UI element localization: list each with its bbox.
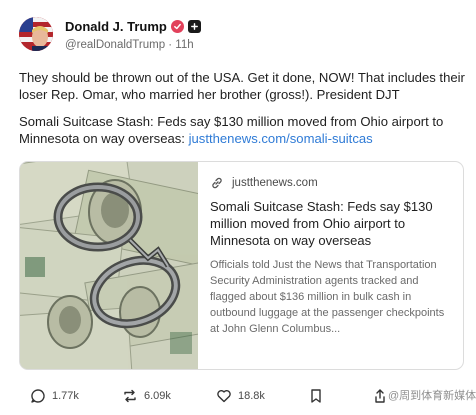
link-icon: [210, 176, 224, 190]
retruth-count: 6.09k: [144, 390, 171, 402]
retruth-button[interactable]: 6.09k: [122, 388, 171, 404]
article-link[interactable]: justthenews.com/somali-suitcas: [189, 131, 373, 146]
watermark-text: @周到体育新媒体: [388, 390, 476, 402]
post-actions: 1.77k 6.09k 18.8k @周到体育新媒体: [30, 385, 476, 407]
post-body: They should be thrown out of the USA. Ge…: [19, 69, 465, 157]
display-name[interactable]: Donald J. Trump: [65, 19, 167, 34]
post-header: Donald J. Trump @realDonaldTrump · 11h: [19, 14, 201, 54]
link-preview-card[interactable]: justthenews.com Somali Suitcase Stash: F…: [19, 161, 464, 370]
post-paragraph: Somali Suitcase Stash: Feds say $130 mil…: [19, 113, 465, 147]
card-title[interactable]: Somali Suitcase Stash: Feds say $130 mil…: [210, 198, 453, 249]
heart-icon: [217, 389, 231, 403]
share-icon: [375, 389, 385, 403]
like-count: 18.8k: [238, 390, 265, 402]
watermark: @周到体育新媒体: [388, 387, 476, 403]
card-description: Officials told Just the News that Transp…: [210, 259, 445, 335]
like-button[interactable]: 18.8k: [216, 388, 265, 404]
reply-count: 1.77k: [52, 390, 79, 402]
avatar[interactable]: [19, 17, 53, 51]
card-domain: justthenews.com: [232, 177, 318, 189]
article-image[interactable]: [20, 162, 198, 369]
verified-badge-icon: [170, 19, 184, 33]
reply-button[interactable]: 1.77k: [30, 388, 79, 404]
bookmark-icon: [311, 389, 321, 403]
handle-and-time[interactable]: @realDonaldTrump · 11h: [65, 39, 201, 51]
reply-icon: [31, 389, 45, 403]
bookmark-button[interactable]: [309, 388, 329, 404]
post-paragraph: They should be thrown out of the USA. Ge…: [19, 70, 465, 102]
plus-badge-icon: [187, 19, 201, 33]
retruth-icon: [124, 389, 136, 403]
